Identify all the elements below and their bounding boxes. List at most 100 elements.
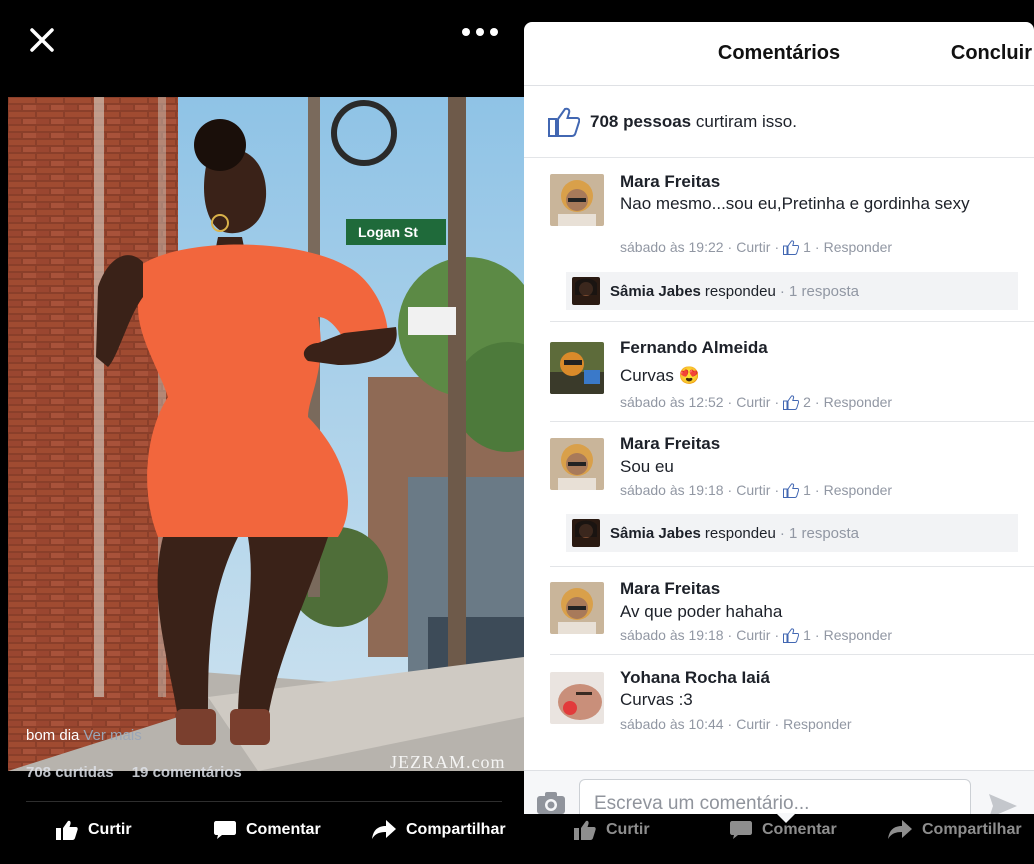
comment-like-button[interactable]: Curtir: [736, 482, 770, 498]
comment-reply-button[interactable]: Responder: [824, 627, 893, 643]
comment-input[interactable]: [579, 779, 971, 814]
likes-summary-text: curtiram isso.: [695, 111, 797, 131]
post-counts[interactable]: 708 curtidas 19 comentários: [26, 764, 256, 781]
caption-text: bom dia: [26, 727, 80, 744]
comment-time: sábado às 10:44: [620, 716, 724, 732]
send-icon[interactable]: [988, 793, 1018, 814]
avatar: [572, 277, 600, 305]
heart-eyes-emoji: 😍: [678, 366, 700, 385]
avatar[interactable]: [550, 174, 604, 226]
comment-reply-button[interactable]: Responder: [783, 716, 852, 732]
comment-text-content: Curvas: [620, 366, 674, 385]
comment-like-button[interactable]: Curtir: [736, 239, 770, 255]
reply-thread[interactable]: Sâmia Jabes respondeu · 1 resposta: [566, 514, 1018, 552]
comment-button[interactable]: Comentar: [214, 820, 321, 840]
comment-like-button[interactable]: Curtir: [736, 627, 770, 643]
comment-author[interactable]: Mara Freitas: [620, 579, 720, 599]
comment-time: sábado às 19:18: [620, 482, 724, 498]
comment-like-button[interactable]: Curtir: [736, 716, 770, 732]
comment-label: Comentar: [762, 821, 837, 838]
comment-meta: sábado às 12:52 · Curtir · 2 · Responder: [620, 394, 893, 410]
reply-author: Sâmia Jabes: [610, 524, 701, 542]
comment-reply-button[interactable]: Responder: [824, 394, 893, 410]
speech-bubble-icon: [730, 821, 752, 839]
avatar: [572, 519, 600, 547]
reply-thread[interactable]: Sâmia Jabes respondeu · 1 resposta: [566, 272, 1018, 310]
divider: [26, 801, 502, 802]
comment-author[interactable]: Fernando Almeida: [620, 338, 768, 358]
comment-composer: [524, 770, 1034, 814]
avatar[interactable]: [550, 582, 604, 634]
share-button[interactable]: Compartilhar: [372, 820, 506, 840]
comment-meta: sábado às 19:22 · Curtir · 1 · Responder: [620, 239, 893, 255]
likes-summary-count: 708 pessoas: [590, 111, 692, 131]
comment-like-count: 1: [803, 239, 811, 255]
comment-meta: sábado às 10:44 · Curtir · Responder: [620, 716, 852, 732]
comment-like-count: 2: [803, 394, 811, 410]
comments-count[interactable]: 19 comentários: [132, 764, 242, 781]
reply-verb: respondeu: [704, 524, 776, 542]
likes-summary[interactable]: 708 pessoas curtiram isso.: [524, 86, 1034, 158]
comment-author[interactable]: Mara Freitas: [620, 434, 720, 454]
reply-count: 1 resposta: [788, 282, 860, 300]
divider: [550, 566, 1034, 567]
like-button[interactable]: Curtir: [56, 820, 132, 840]
camera-icon[interactable]: [536, 791, 566, 814]
reply-count: 1 resposta: [788, 524, 860, 542]
comment-reply-button[interactable]: Responder: [824, 482, 893, 498]
reply-author: Sâmia Jabes: [610, 282, 701, 300]
sheet-header: Comentários Concluir: [524, 22, 1034, 86]
avatar[interactable]: [550, 438, 604, 490]
comment-meta: sábado às 19:18 · Curtir · 1 · Responder: [620, 627, 893, 643]
see-more-link[interactable]: Ver mais: [83, 727, 141, 744]
comment-text: Sou eu: [620, 457, 674, 476]
avatar[interactable]: [550, 672, 604, 724]
avatar[interactable]: [550, 342, 604, 394]
divider: [550, 654, 1034, 655]
post-photo[interactable]: Logan St: [8, 97, 524, 771]
thumbs-up-outline-icon: [548, 107, 580, 137]
street-sign-text: Logan St: [358, 224, 418, 240]
divider: [550, 421, 1034, 422]
comment-author[interactable]: Yohana Rocha Iaiá: [620, 668, 770, 688]
comment-text: Curvas :3: [620, 690, 693, 709]
comment-text: Av que poder hahaha: [620, 602, 783, 621]
thumbs-up-icon: [783, 482, 800, 498]
comment-time: sábado às 19:18: [620, 627, 724, 643]
reply-verb: respondeu: [704, 282, 776, 300]
comment-text: Nao mesmo...sou eu,Pretinha e gordinha s…: [620, 194, 970, 213]
comment-like-button[interactable]: Curtir: [736, 394, 770, 410]
likes-count[interactable]: 708 curtidas: [26, 764, 114, 781]
comment-time: sábado às 12:52: [620, 394, 724, 410]
thumbs-up-icon: [783, 239, 800, 255]
divider: [550, 321, 1034, 322]
comment-reply-button[interactable]: Responder: [824, 239, 893, 255]
more-options-icon[interactable]: [462, 28, 498, 36]
comment-like-count: 1: [803, 482, 811, 498]
comment-button[interactable]: Comentar: [730, 820, 837, 840]
done-button[interactable]: Concluir: [951, 42, 1032, 65]
like-label: Curtir: [606, 821, 650, 838]
comment-author[interactable]: Mara Freitas: [620, 172, 720, 192]
like-label: Curtir: [88, 821, 132, 838]
comment-label: Comentar: [246, 821, 321, 838]
share-button[interactable]: Compartilhar: [888, 820, 1022, 840]
share-arrow-icon: [888, 820, 912, 839]
like-button[interactable]: Curtir: [574, 820, 650, 840]
comment-like-count: 1: [803, 627, 811, 643]
post-caption: bom dia Ver mais: [26, 727, 142, 744]
thumbs-up-icon: [574, 820, 596, 840]
comment-text: Curvas 😍: [620, 365, 1010, 386]
share-arrow-icon: [372, 820, 396, 839]
thumbs-up-icon: [56, 820, 78, 840]
photo-viewer: Logan St bom dia Ver mais JEZRAM.com 708…: [0, 0, 524, 864]
speech-bubble-icon: [214, 821, 236, 839]
thumbs-up-icon: [783, 394, 800, 410]
comment-meta: sábado às 19:18 · Curtir · 1 · Responder: [620, 482, 893, 498]
close-icon[interactable]: [24, 22, 60, 58]
comments-sheet: Comentários Concluir 708 pessoas curtira…: [524, 22, 1034, 814]
share-label: Compartilhar: [406, 821, 506, 838]
comment-time: sábado às 19:22: [620, 239, 724, 255]
thumbs-up-icon: [783, 627, 800, 643]
share-label: Compartilhar: [922, 821, 1022, 838]
